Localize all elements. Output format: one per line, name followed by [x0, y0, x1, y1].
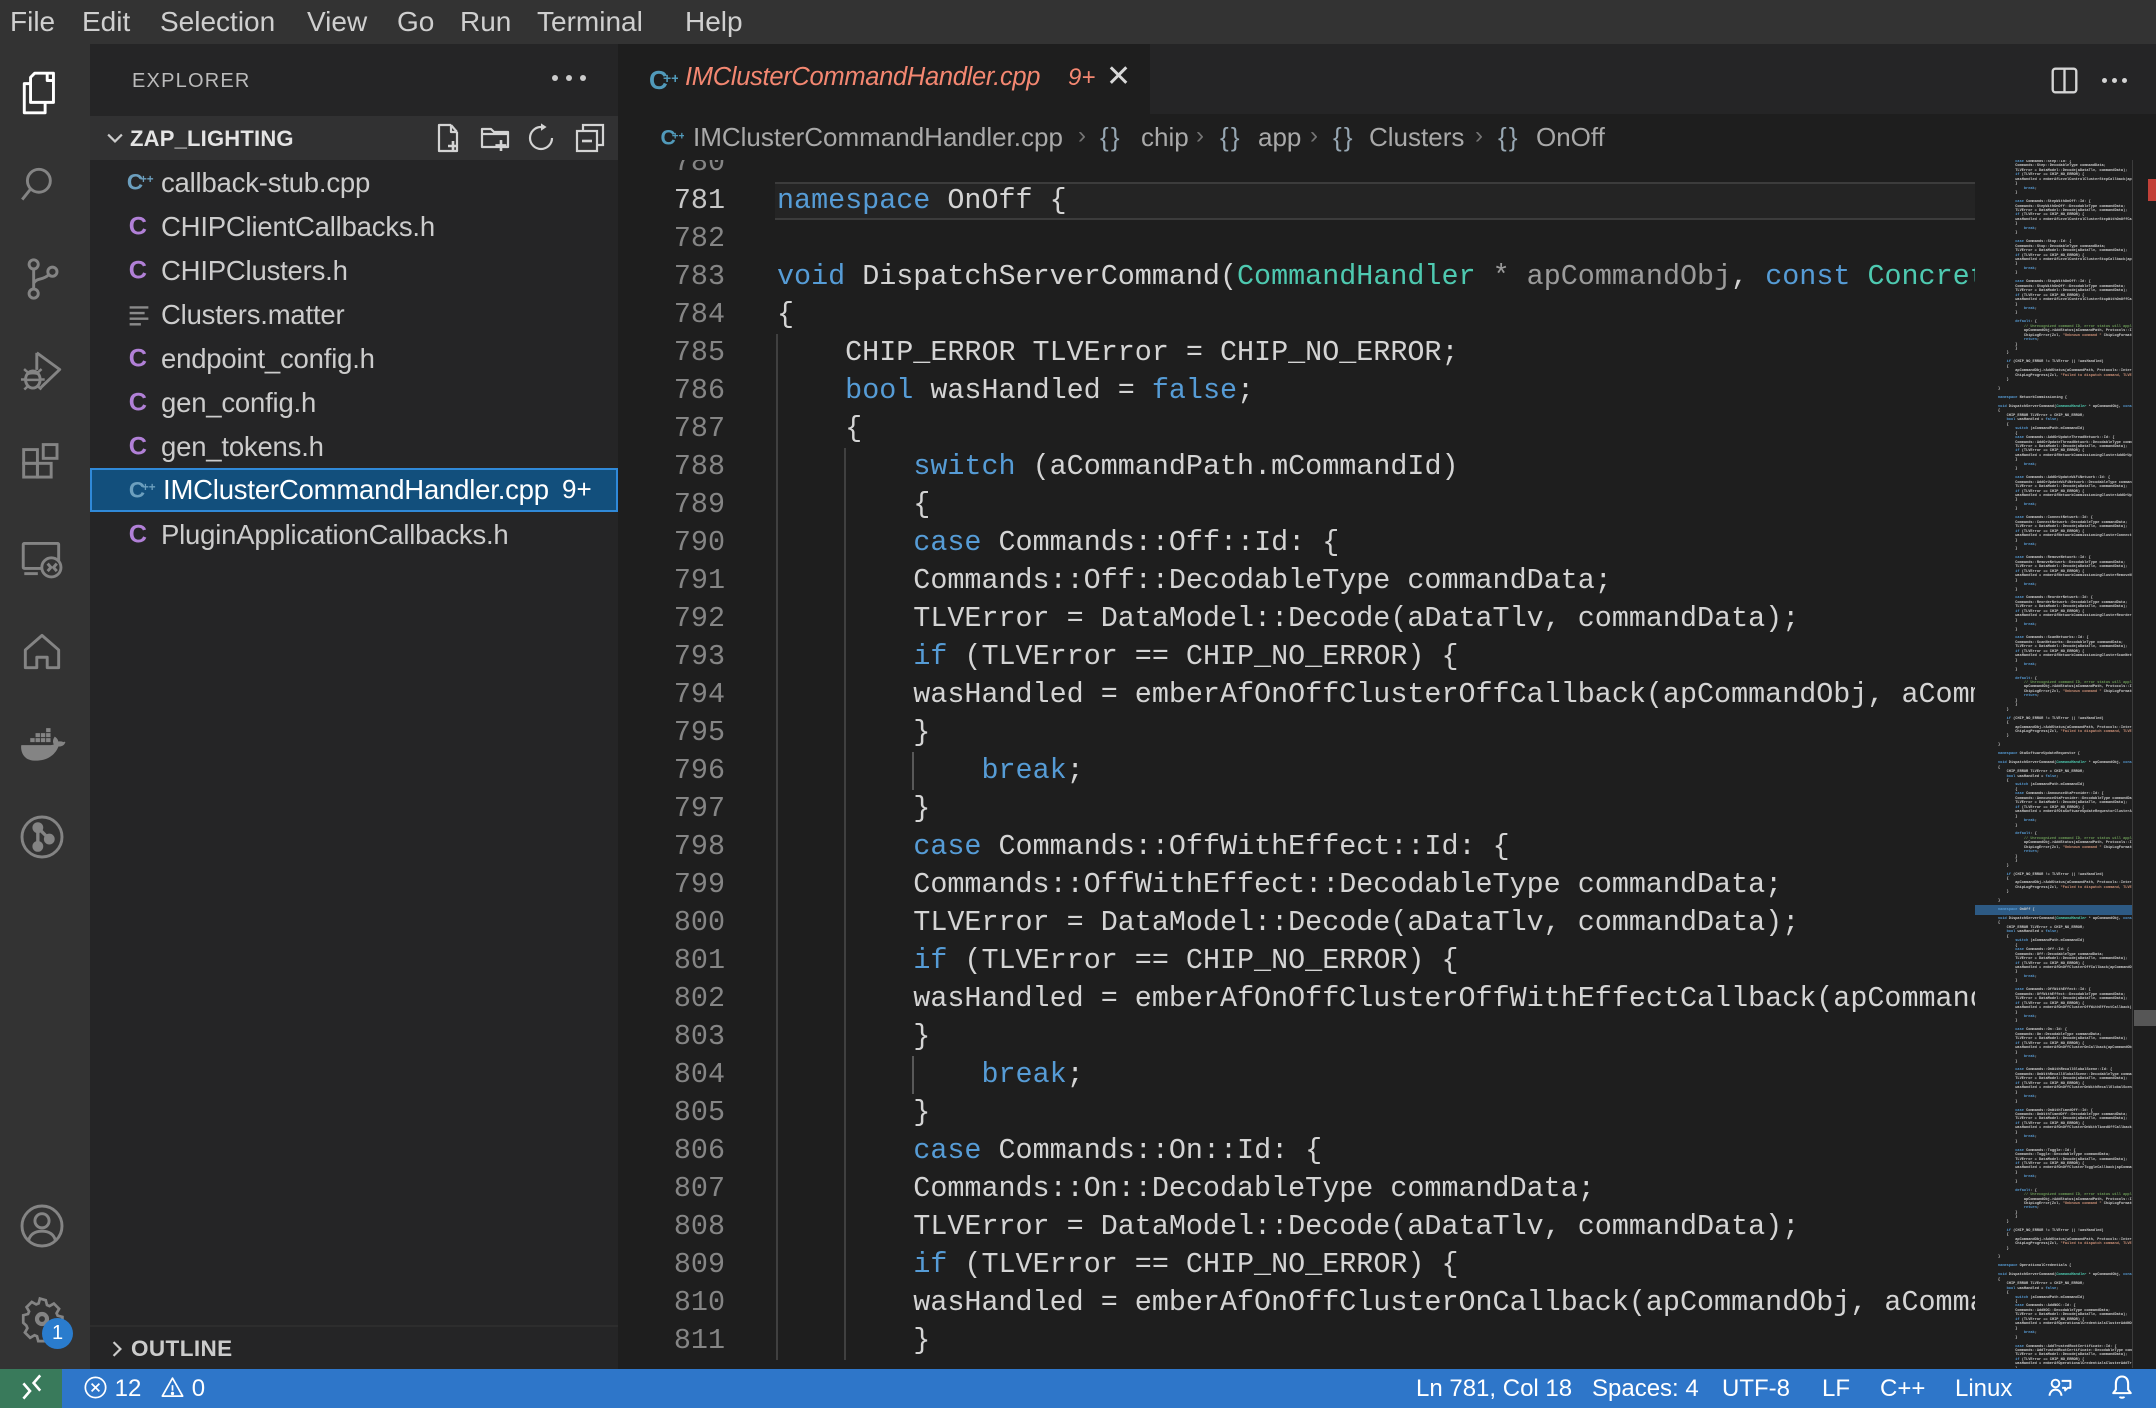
- svg-text:C: C: [129, 344, 147, 372]
- svg-text:C: C: [129, 212, 147, 240]
- svg-text:C: C: [129, 432, 147, 460]
- svg-text:C: C: [129, 520, 147, 548]
- svg-text:++: ++: [142, 481, 156, 494]
- svg-text:++: ++: [140, 173, 154, 186]
- svg-text:C: C: [129, 256, 147, 284]
- svg-text:++: ++: [672, 130, 684, 142]
- svg-text:C: C: [129, 388, 147, 416]
